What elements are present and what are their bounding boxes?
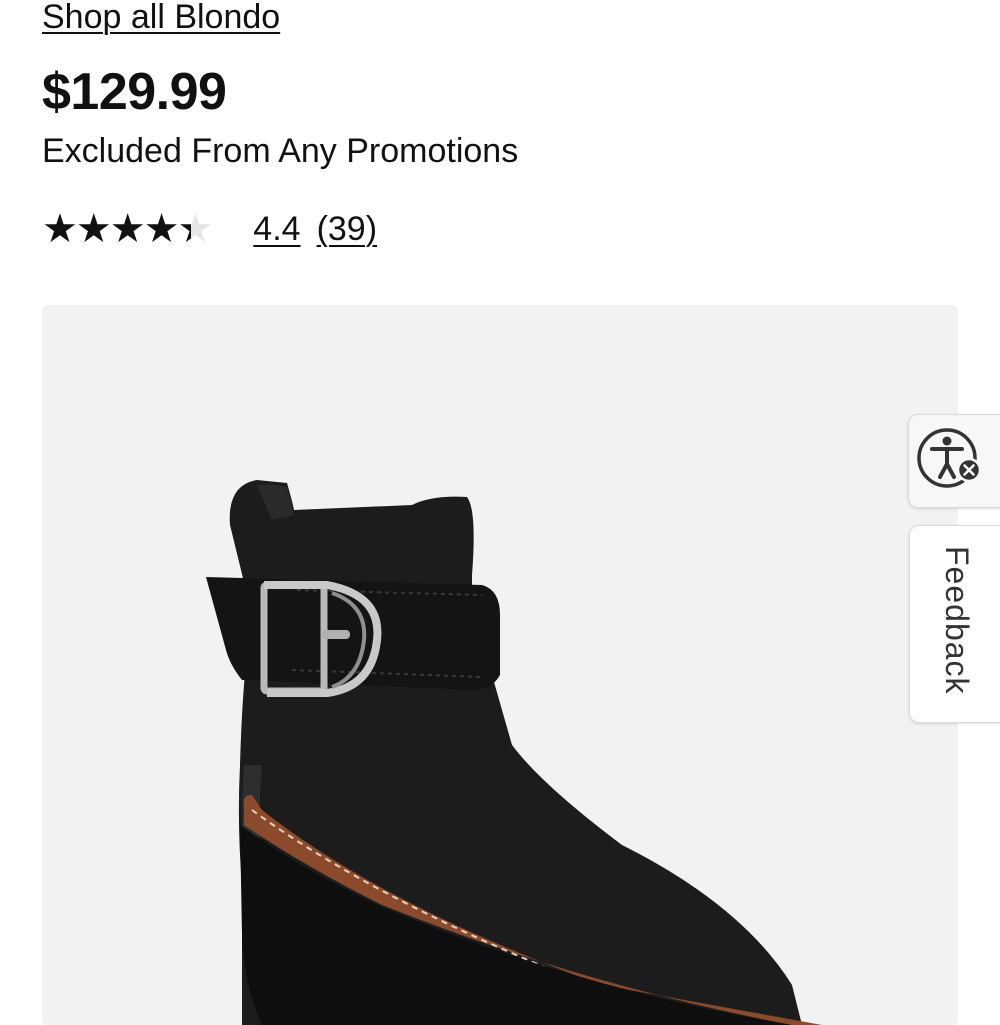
review-count-link[interactable]: (39)	[317, 210, 377, 249]
rating-summary[interactable]: ★★★★★ ★★★★★ 4.4 (39)	[42, 204, 377, 254]
product-image-card[interactable]	[42, 305, 958, 1025]
feedback-tab[interactable]: Feedback	[909, 525, 1000, 723]
boot-image	[206, 480, 822, 1025]
accessibility-widget-tab[interactable]	[908, 414, 1000, 508]
shop-all-brand-link[interactable]: Shop all Blondo	[42, 0, 280, 37]
rating-average-link[interactable]: 4.4	[253, 210, 300, 249]
promotion-exclusion-note: Excluded From Any Promotions	[42, 132, 519, 170]
accessibility-person-icon	[915, 424, 985, 499]
star-rating-icon: ★★★★★ ★★★★★	[42, 207, 213, 251]
product-price: $129.99	[42, 63, 227, 121]
feedback-tab-label: Feedback	[939, 546, 975, 695]
